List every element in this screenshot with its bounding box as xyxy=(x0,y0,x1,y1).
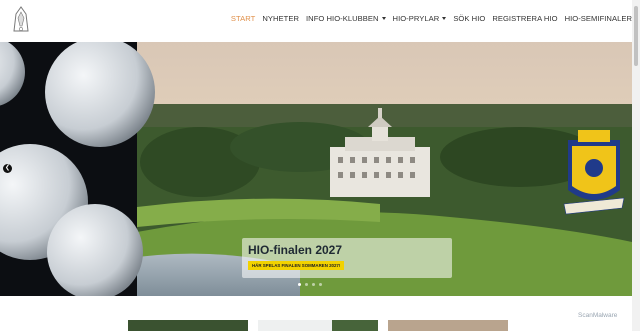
caret-down-icon xyxy=(442,16,447,20)
nav-item-info-hio-klubben[interactable]: INFO HIO-KLUBBEN xyxy=(306,14,386,23)
carousel-indicators xyxy=(298,283,326,286)
nav-item-hio-prylar[interactable]: HIO-PRYLAR xyxy=(393,14,447,23)
hero-cta-button[interactable]: HÄR SPELAS FINALEN SOMMAREN 2027! xyxy=(248,261,345,270)
scrollbar-thumb[interactable] xyxy=(634,6,638,66)
carousel-indicator[interactable] xyxy=(319,283,322,286)
nav-item-sök-hio[interactable]: SÖK HIO xyxy=(453,14,485,23)
nav-item-label: START xyxy=(230,13,256,23)
nav-item-nyheter[interactable]: NYHETER xyxy=(262,14,299,23)
nav-item-label: REGISTRERA HIO xyxy=(492,13,558,23)
site-logo[interactable] xyxy=(10,4,32,34)
caret-down-icon xyxy=(381,16,386,20)
hero-title: HIO-finalen 2027 xyxy=(248,243,343,257)
carousel-indicator[interactable] xyxy=(298,283,301,286)
nav-item-start[interactable]: START xyxy=(231,14,255,23)
nav-item-label: SÖK HIO xyxy=(453,13,486,23)
carousel-prev-button[interactable]: ❮ xyxy=(3,164,12,173)
news-thumbnail-3[interactable] xyxy=(388,320,508,331)
carousel-indicator[interactable] xyxy=(312,283,315,286)
hero-carousel[interactable]: ❮ HIO-finalen 2027 HÄR SPELAS FINALEN SO… xyxy=(0,42,632,296)
carousel-indicator[interactable] xyxy=(305,283,308,286)
page-scrollbar[interactable] xyxy=(632,0,640,331)
news-thumbnail-2[interactable] xyxy=(258,320,378,331)
nav-item-hio-semifinaler[interactable]: HIO-SEMIFINALER xyxy=(565,14,632,23)
nav-item-label: NYHETER xyxy=(262,13,299,23)
scanmalware-watermark: ScanMalware xyxy=(578,312,618,319)
nav-item-label: HIO-SEMIFINALER xyxy=(564,13,632,23)
main-nav: START NYHETER INFO HIO-KLUBBEN HIO-PRYLAR SÖ… xyxy=(224,12,632,24)
news-thumbnail-1[interactable] xyxy=(128,320,248,331)
nav-item-label: HIO-PRYLAR xyxy=(392,13,440,23)
nav-item-label: INFO HIO-KLUBBEN xyxy=(306,13,379,23)
nav-item-registrera-hio[interactable]: REGISTRERA HIO xyxy=(492,14,557,23)
hero-caption: HIO-finalen 2027 HÄR SPELAS FINALEN SOMM… xyxy=(242,238,452,278)
site-header: START NYHETER INFO HIO-KLUBBEN HIO-PRYLAR SÖ… xyxy=(0,0,632,41)
